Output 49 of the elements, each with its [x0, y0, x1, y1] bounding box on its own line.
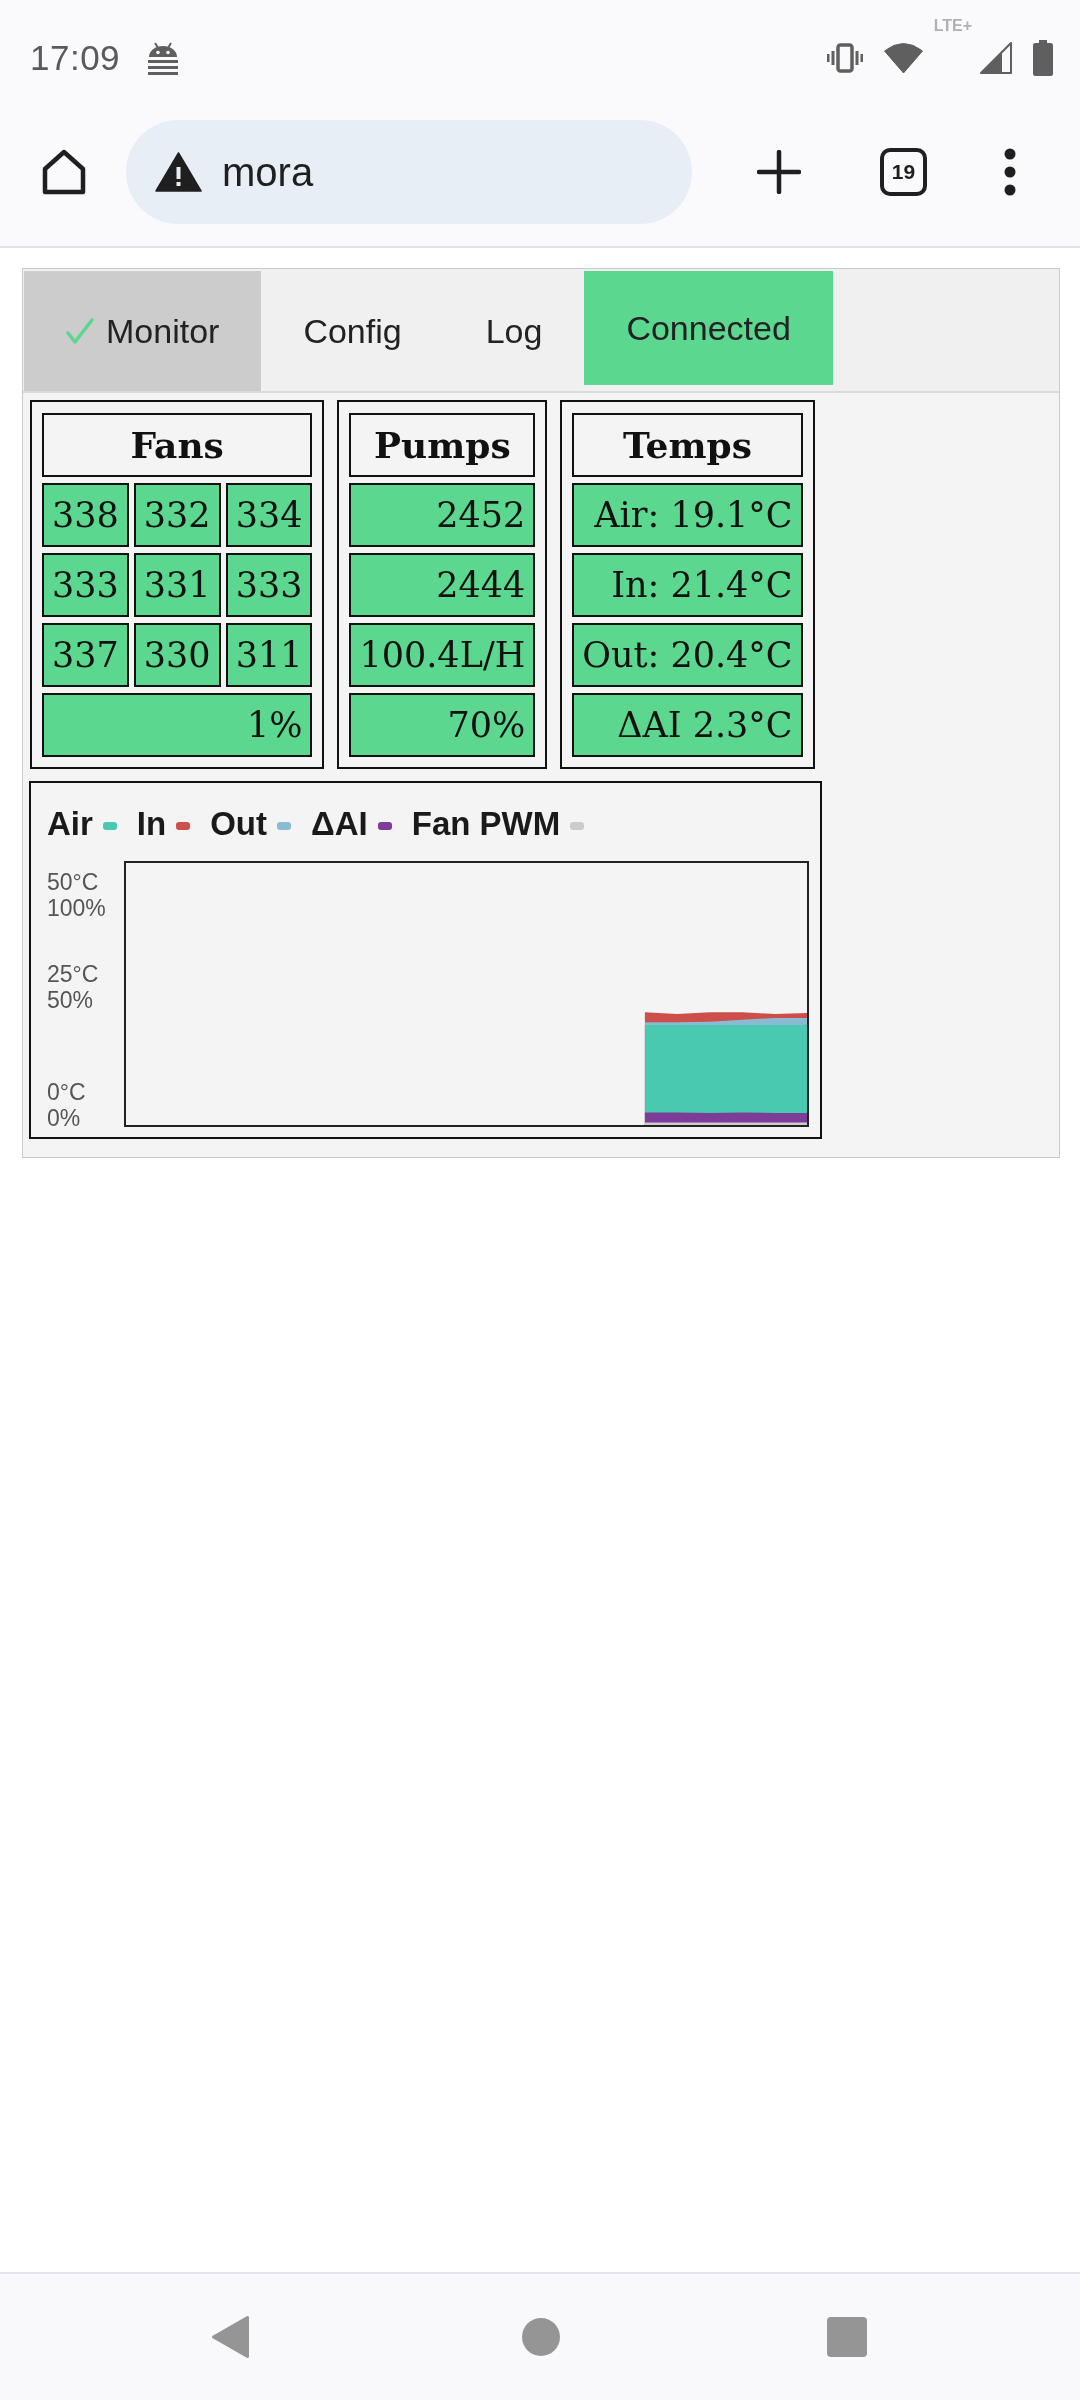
back-icon[interactable] — [211, 2315, 250, 2359]
connection-status: Connected — [584, 271, 833, 385]
warning-icon — [155, 152, 202, 192]
table-cell: 2452 — [349, 483, 536, 547]
table-cell: 311 — [225, 623, 313, 687]
axis-label: 50°C — [47, 869, 99, 895]
table-header: Fans — [42, 413, 313, 477]
legend-label: In — [136, 805, 167, 843]
table-cell: 334 — [225, 483, 313, 547]
table-cell: 1% — [42, 693, 313, 757]
signal-icon — [980, 41, 1012, 74]
network-type-label: LTE+ — [933, 17, 972, 34]
legend-label: Fan PWM — [411, 805, 561, 843]
table-cell: 2444 — [349, 553, 536, 617]
plus-icon[interactable] — [757, 150, 801, 194]
table-cell: Out: 20.4°C — [572, 623, 803, 687]
axis-label: 0% — [47, 1105, 81, 1131]
table-header: Pumps — [349, 413, 536, 477]
legend-label: Air — [47, 805, 93, 843]
legend-label: ΔAI — [311, 805, 368, 843]
check-icon — [66, 317, 94, 345]
wifi-icon — [883, 41, 923, 74]
address-bar[interactable]: mora — [126, 120, 692, 224]
legend-label: Out — [210, 805, 267, 843]
table-cell: 100.4L/H — [349, 623, 536, 687]
table-cell: 338 — [42, 483, 129, 547]
tab[interactable]: Log — [443, 271, 585, 391]
table-cell: In: 21.4°C — [572, 553, 803, 617]
table-cell: 333 — [42, 553, 129, 617]
table-cell: 332 — [133, 483, 221, 547]
table-cell: Air: 19.1°C — [572, 483, 803, 547]
status-time: 17:09 — [30, 37, 121, 78]
tab[interactable]: Config — [261, 271, 444, 391]
home-icon[interactable] — [40, 148, 88, 196]
battery-icon — [1033, 39, 1053, 76]
table-cell: 70% — [349, 693, 536, 757]
axis-label: 0°C — [47, 1079, 86, 1105]
axis-label: 25°C — [47, 961, 99, 987]
table-cell: 330 — [133, 623, 221, 687]
axis-label: 50% — [47, 987, 94, 1013]
table-cell: 331 — [133, 553, 221, 617]
tab[interactable]: Monitor — [24, 271, 262, 391]
table-cell: 337 — [42, 623, 129, 687]
tab-switcher-button[interactable]: 19 — [880, 148, 927, 196]
table-cell: 333 — [225, 553, 313, 617]
axis-label: 100% — [47, 895, 106, 921]
table-header: Temps — [572, 413, 803, 477]
menu-icon[interactable] — [1004, 148, 1016, 196]
table-cell: ΔAI 2.3°C — [572, 693, 803, 757]
